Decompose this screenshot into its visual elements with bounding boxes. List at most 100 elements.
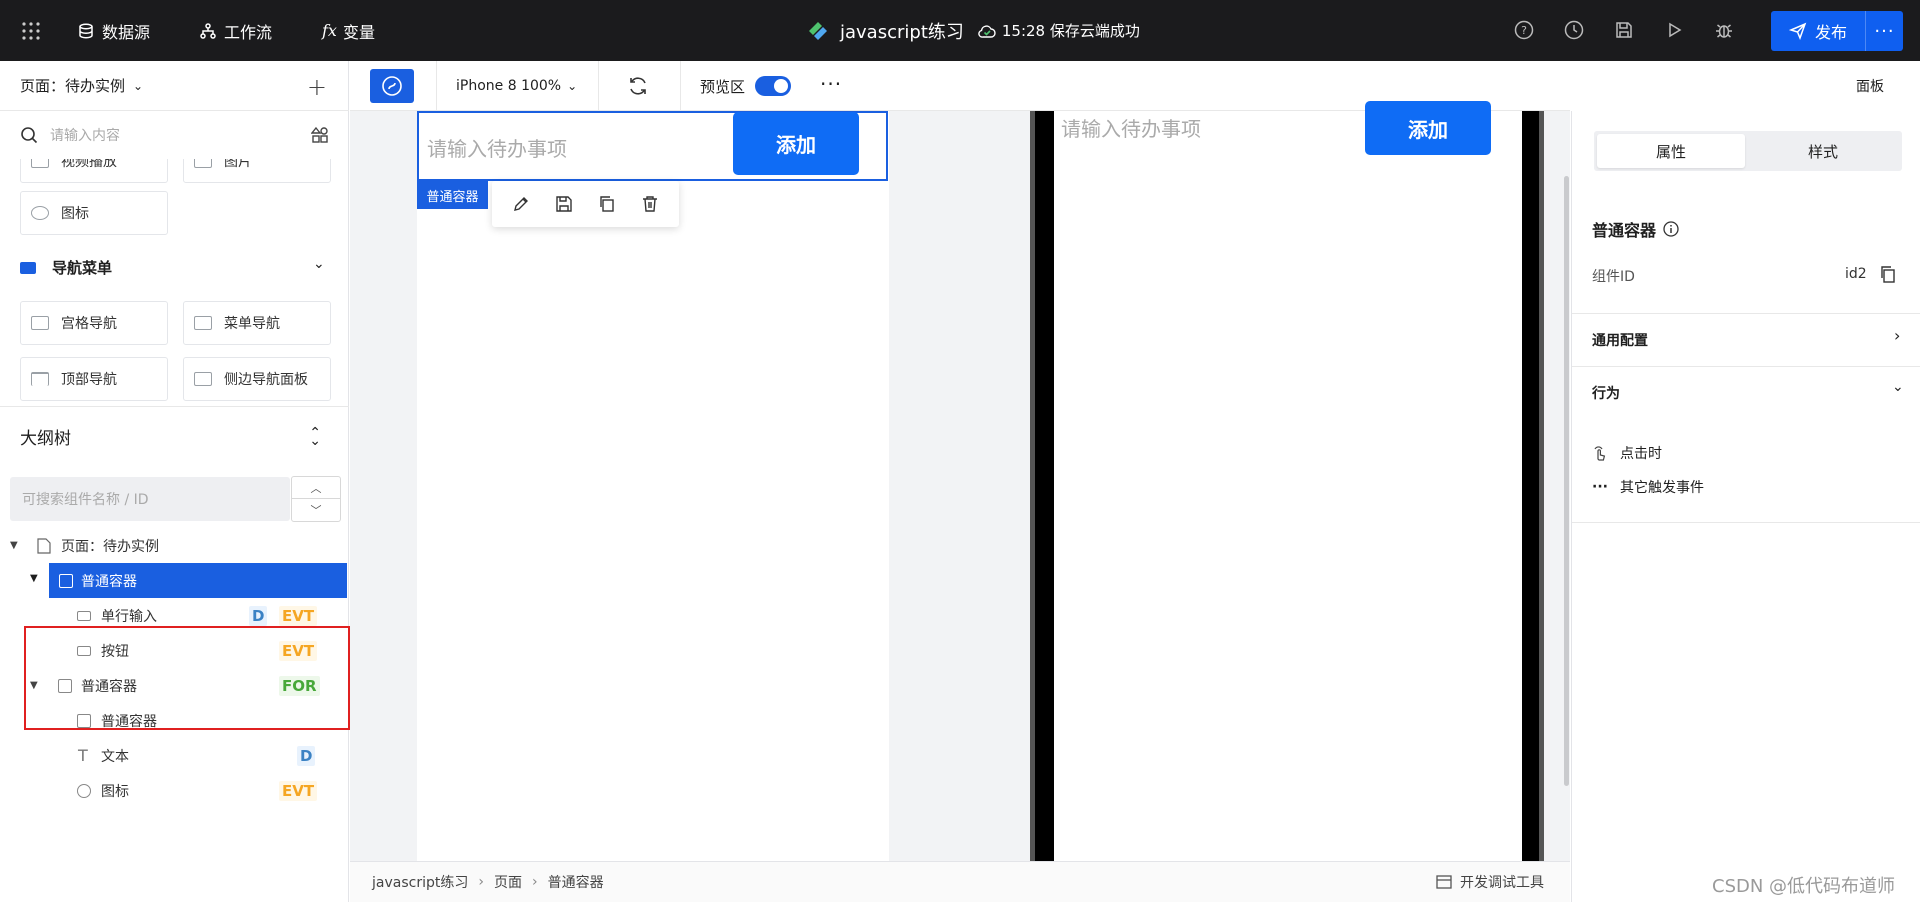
- tab-style[interactable]: 样式: [1749, 134, 1897, 168]
- publish-button[interactable]: 发布 ···: [1771, 11, 1903, 51]
- other-events[interactable]: ··· 其它触发事件: [1592, 477, 1704, 497]
- chevron-down-icon[interactable]: ﹀: [292, 499, 340, 521]
- project-title: javascript练习: [840, 21, 964, 43]
- breadcrumb-page[interactable]: 页面: [494, 872, 522, 892]
- component-icon[interactable]: 图标: [20, 191, 168, 235]
- menu-nav-icon: [194, 316, 212, 330]
- tree-node-container-2[interactable]: ▼ 普通容器 FOR: [0, 668, 349, 703]
- collapse-triangle-icon[interactable]: ▼: [10, 540, 18, 551]
- delete-trash-icon[interactable]: [641, 195, 659, 213]
- component-lib-icon: [311, 126, 328, 143]
- tree-node-text[interactable]: T 文本 D: [0, 738, 349, 773]
- selected-component-tag: 普通容器: [417, 181, 488, 209]
- component-top-nav[interactable]: 顶部导航: [20, 357, 168, 401]
- breadcrumb-container[interactable]: 普通容器: [548, 872, 604, 892]
- collapse-triangle-icon[interactable]: ▼: [30, 680, 38, 691]
- variables-menu[interactable]: fx 变量: [322, 0, 375, 61]
- more-dots-icon: ···: [1592, 479, 1608, 495]
- copy-icon[interactable]: [598, 195, 616, 213]
- save-icon[interactable]: [1613, 19, 1637, 43]
- icon-component-icon: [31, 206, 49, 220]
- expand-collapse-icon[interactable]: ⌃ ⌄: [309, 426, 321, 448]
- component-list-clip: 视频播放 图片 图标: [0, 159, 349, 245]
- chevron-up-icon[interactable]: ︿: [292, 477, 340, 499]
- app-grid-icon[interactable]: [20, 0, 50, 61]
- help-icon[interactable]: ?: [1513, 19, 1537, 43]
- text-t-icon: T: [78, 746, 88, 765]
- breadcrumb-project[interactable]: javascript练习: [372, 872, 468, 892]
- tree-node-icon[interactable]: 图标 EVT: [0, 773, 349, 808]
- selected-container[interactable]: 请输入待办事项 添加: [417, 111, 888, 181]
- component-grid-nav[interactable]: 宫格导航: [20, 301, 168, 345]
- dev-tools-button[interactable]: 开发调试工具: [1436, 872, 1544, 892]
- search-input[interactable]: 请输入内容: [50, 125, 120, 145]
- tree-node-root[interactable]: ▼ 页面：待办实例: [0, 528, 349, 563]
- debug-bug-icon[interactable]: [1713, 19, 1737, 43]
- container-icon: [77, 713, 91, 728]
- general-config-section[interactable]: 通用配置: [1592, 330, 1648, 350]
- save-icon[interactable]: [555, 195, 573, 213]
- database-icon: [79, 23, 93, 38]
- tree-node-container-selected[interactable]: 普通容器: [49, 563, 347, 598]
- canvas-scrollbar[interactable]: [1564, 176, 1569, 786]
- left-panel: 页面：待办实例 ⌄ + 请输入内容 视频播放 图片 图标 导航菜单 ⌄ 宫格导航…: [0, 61, 350, 902]
- console-icon: [1436, 875, 1452, 889]
- behavior-section[interactable]: 行为: [1592, 383, 1620, 403]
- datasource-menu[interactable]: 数据源: [78, 0, 150, 61]
- nav-section-header[interactable]: 导航菜单: [20, 257, 112, 278]
- add-button[interactable]: 添加: [733, 112, 859, 175]
- collapse-triangle-icon[interactable]: ▼: [30, 573, 38, 584]
- svg-text:?: ?: [1521, 24, 1527, 37]
- chevron-right-icon: ›: [478, 874, 484, 890]
- run-icon[interactable]: [1663, 19, 1687, 43]
- component-search[interactable]: 请输入内容: [0, 111, 349, 159]
- outline-search-input[interactable]: 可搜索组件名称 / ID: [10, 477, 290, 521]
- history-icon[interactable]: [1563, 19, 1587, 43]
- container-icon: [59, 573, 73, 588]
- tab-properties[interactable]: 属性: [1597, 134, 1745, 168]
- preview-toggle-area: 预览区: [700, 61, 792, 111]
- nav-menu-icon: [20, 261, 36, 274]
- send-icon: [1788, 22, 1807, 40]
- preview-toggle[interactable]: [755, 76, 792, 96]
- add-page-icon[interactable]: +: [307, 73, 327, 101]
- component-action-bar: [492, 181, 679, 227]
- right-panel: 属性 样式 普通容器 组件ID id2 通用配置 › 行为 ⌄ 点击时 ··· …: [1571, 111, 1920, 902]
- top-nav-icon: [31, 372, 49, 386]
- device-selector[interactable]: iPhone 8 100% ⌄: [456, 61, 577, 111]
- todo-input[interactable]: 请输入待办事项: [427, 133, 567, 162]
- publish-more-icon[interactable]: ···: [1866, 21, 1903, 42]
- chevron-down-icon: ⌄: [133, 78, 144, 93]
- edit-pencil-icon[interactable]: [512, 195, 530, 213]
- event-badge: EVT: [279, 605, 318, 626]
- project-title-area: javascript练习 15:28 保存云端成功: [806, 0, 1140, 61]
- component-title: 普通容器: [1592, 217, 1680, 241]
- copy-id-icon[interactable]: [1880, 265, 1896, 283]
- on-click-event[interactable]: 点击时: [1592, 443, 1662, 463]
- icon-component-icon: [77, 783, 91, 798]
- click-hand-icon: [1594, 446, 1606, 461]
- miniprogram-logo-icon[interactable]: [370, 69, 414, 103]
- refresh-icon[interactable]: [627, 75, 649, 97]
- chevron-right-icon[interactable]: ›: [1894, 326, 1900, 345]
- preview-todo-input[interactable]: 请输入待办事项: [1061, 113, 1201, 142]
- more-icon[interactable]: ···: [820, 72, 842, 96]
- outline-stepper[interactable]: ︿ ﹀: [291, 476, 341, 522]
- component-side-nav[interactable]: 侧边导航面板: [183, 357, 331, 401]
- preview-add-button[interactable]: 添加: [1365, 101, 1491, 155]
- component-menu-nav[interactable]: 菜单导航: [183, 301, 331, 345]
- page-selector[interactable]: 页面：待办实例 ⌄ +: [0, 61, 349, 111]
- component-image[interactable]: 图片: [183, 159, 331, 183]
- component-video[interactable]: 视频播放: [20, 159, 168, 183]
- chevron-down-icon[interactable]: ⌄: [1892, 379, 1904, 395]
- side-nav-icon: [194, 372, 212, 386]
- outline-header: 大纲树 ⌃ ⌄: [0, 406, 349, 466]
- fx-icon: fx: [322, 21, 337, 40]
- panel-toggle[interactable]: 面板: [1856, 61, 1884, 111]
- chevron-down-icon: ⌄: [567, 79, 578, 93]
- tree-node-container-3[interactable]: 普通容器: [0, 703, 349, 738]
- workflow-menu[interactable]: 工作流: [200, 0, 272, 61]
- app-logo-icon: [809, 21, 827, 40]
- chevron-down-icon[interactable]: ⌄: [313, 256, 325, 272]
- save-status: 15:28 保存云端成功: [978, 20, 1140, 41]
